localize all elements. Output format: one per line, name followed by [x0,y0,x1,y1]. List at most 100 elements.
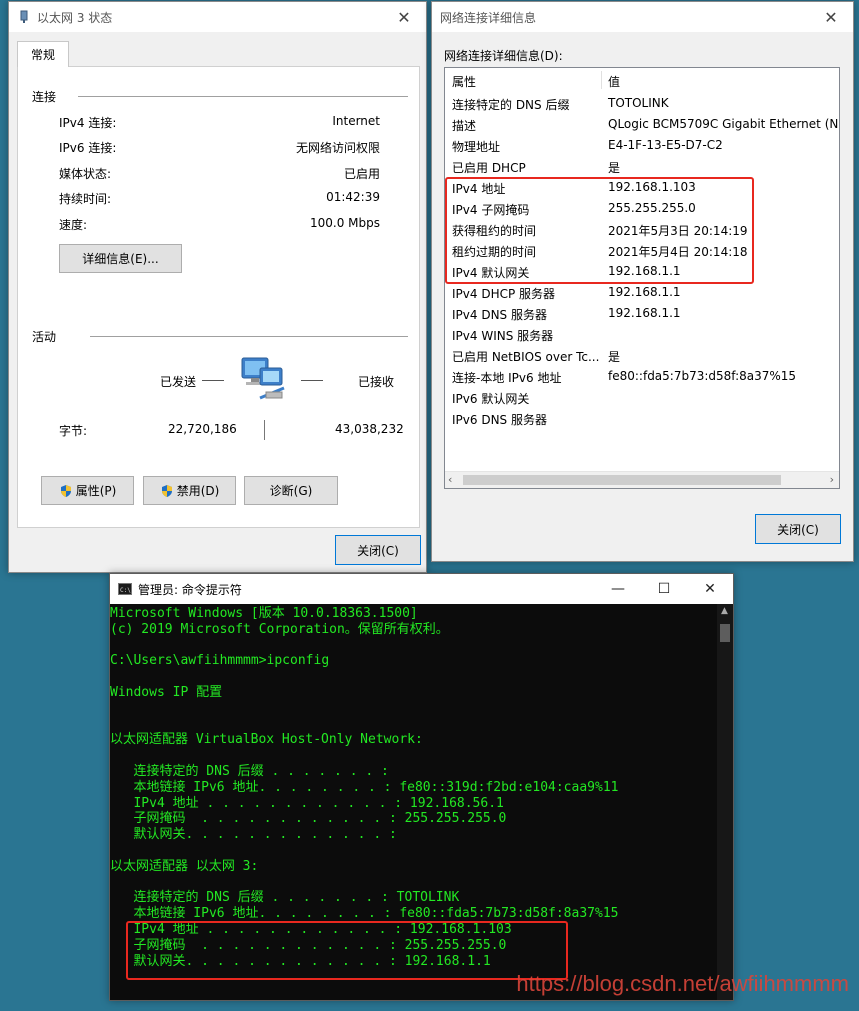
list-item[interactable]: IPv6 默认网关 [445,387,839,408]
status-window-titlebar[interactable]: 以太网 3 状态 ✕ [9,2,426,32]
status-window: 以太网 3 状态 ✕ 常规 连接 IPv4 连接: Internet IPv6 … [8,1,427,573]
shield-icon [60,484,71,497]
network-computers-icon [241,357,285,400]
close-button[interactable]: 关闭(C) [755,514,841,544]
media-state-label: 媒体状态: [59,167,112,181]
divider [78,96,408,97]
cmd-window-titlebar[interactable]: C:\ 管理员: 命令提示符 — ☐ ✕ [110,574,733,604]
bytes-received-value: 43,038,232 [335,422,404,436]
close-icon[interactable]: ✕ [382,2,426,32]
console-line: 连接特定的 DNS 后缀 . . . . . . . : TOTOLINK [110,890,460,906]
column-header-value[interactable]: 值 [608,73,620,90]
details-window-titlebar[interactable]: 网络连接详细信息 ✕ [432,2,853,32]
network-adapter-icon [20,10,28,23]
close-icon[interactable]: ✕ [687,574,733,604]
list-item[interactable]: IPv4 DNS 服务器 192.168.1.1 [445,303,839,324]
details-caption: 网络连接详细信息(D): [444,49,563,63]
list-item[interactable]: 已启用 DHCP 是 [445,156,839,177]
details-window-title: 网络连接详细信息 [440,10,537,25]
highlight-box [126,921,568,980]
ipv4-connectivity-label: IPv4 连接: [59,116,117,130]
console-line: (c) 2019 Microsoft Corporation。保留所有权利。 [110,621,449,637]
property-name: 描述 [452,119,477,133]
scroll-thumb[interactable] [463,475,781,485]
list-item[interactable]: IPv6 DNS 服务器 [445,408,839,429]
console-line: IPv4 地址 . . . . . . . . . . . . : 192.16… [110,795,504,811]
disable-button-label: 禁用(D) [176,484,220,498]
status-window-title: 以太网 3 状态 [37,10,113,25]
svg-text:C:\: C:\ [120,587,131,594]
property-name: IPv6 默认网关 [452,392,530,406]
console-line: 以太网适配器 VirtualBox Host-Only Network: [110,732,423,748]
console-line: 本地链接 IPv6 地址. . . . . . . . : fe80::319d… [110,779,619,795]
property-value: 是 [608,161,621,175]
list-item[interactable]: 物理地址 E4-1F-13-E5-D7-C2 [445,135,839,156]
console-line: Windows IP 配置 [110,684,223,700]
property-name: IPv4 DHCP 服务器 [452,287,556,301]
list-item[interactable]: IPv4 DHCP 服务器 192.168.1.1 [445,282,839,303]
property-value: fe80::fda5:7b73:d58f:8a37%15 [608,369,797,383]
watermark: https://blog.csdn.net/awfiihmmmm [516,971,849,996]
property-name: IPv4 WINS 服务器 [452,329,554,343]
media-state-value: 已启用 [343,167,380,181]
minimize-icon[interactable]: — [595,574,641,604]
list-header: 属性 值 [445,68,839,92]
ipv6-connectivity-value: 无网络访问权限 [295,141,380,155]
console-line: Microsoft Windows [版本 10.0.18363.1500] [110,606,418,621]
connection-section-title: 连接 [32,90,57,104]
property-name: 已启用 DHCP [452,161,526,175]
duration-value: 01:42:39 [326,190,380,204]
close-button[interactable]: 关闭(C) [335,535,421,565]
console-line: 子网掩码 . . . . . . . . . . . . : 255.255.2… [110,811,507,827]
property-value: 是 [608,350,621,364]
horizontal-scrollbar[interactable]: ‹ › [445,471,839,488]
property-value: 192.168.1.1 [608,285,681,299]
properties-button-label: 属性(P) [75,484,117,498]
received-label: 已接收 [358,375,395,389]
bytes-sent-value: 22,720,186 [168,422,237,436]
list-item[interactable]: 连接特定的 DNS 后缀 TOTOLINK [445,93,839,114]
property-name: 连接-本地 IPv6 地址 [452,371,562,385]
divider [601,71,602,89]
scroll-left-icon[interactable]: ‹ [448,473,452,486]
scroll-thumb[interactable] [720,624,730,642]
diagnose-button[interactable]: 诊断(G) [244,476,338,505]
property-name: 物理地址 [452,140,501,154]
console-icon: C:\ [118,583,132,595]
list-item[interactable]: IPv4 WINS 服务器 [445,324,839,345]
ipv6-connectivity-label: IPv6 连接: [59,141,117,155]
console-line: 默认网关. . . . . . . . . . . . . : [110,827,397,843]
column-header-property[interactable]: 属性 [452,73,476,90]
divider [90,336,408,337]
close-icon[interactable]: ✕ [809,2,853,32]
details-button[interactable]: 详细信息(E)... [59,244,182,273]
list-item[interactable]: 连接-本地 IPv6 地址 fe80::fda5:7b73:d58f:8a37%1… [445,366,839,387]
scroll-up-icon[interactable]: ▲ [721,606,728,616]
speed-label: 速度: [59,218,88,232]
property-name: IPv6 DNS 服务器 [452,413,547,427]
tab-general[interactable]: 常规 [17,41,69,67]
vertical-scrollbar[interactable]: ▲ [717,604,733,1000]
property-value: TOTOLINK [608,96,669,110]
general-panel: 连接 IPv4 连接: Internet IPv6 连接: 无网络访问权限 媒体… [17,66,420,528]
highlight-box [445,177,754,284]
console-line: 以太网适配器 以太网 3: [110,858,259,874]
list-item[interactable]: 已启用 NetBIOS over Tc... 是 [445,345,839,366]
scroll-right-icon[interactable]: › [830,473,834,486]
property-value: 192.168.1.1 [608,306,681,320]
console-line: C:\Users\awfiihmmmm>ipconfig [110,653,330,669]
divider [202,380,224,381]
disable-button[interactable]: 禁用(D) [143,476,236,505]
activity-section-title: 活动 [32,330,57,344]
shield-icon [161,484,172,497]
list-item[interactable]: 描述 QLogic BCM5709C Gigabit Ethernet (ND [445,114,839,135]
properties-button[interactable]: 属性(P) [41,476,134,505]
maximize-icon[interactable]: ☐ [641,574,687,604]
